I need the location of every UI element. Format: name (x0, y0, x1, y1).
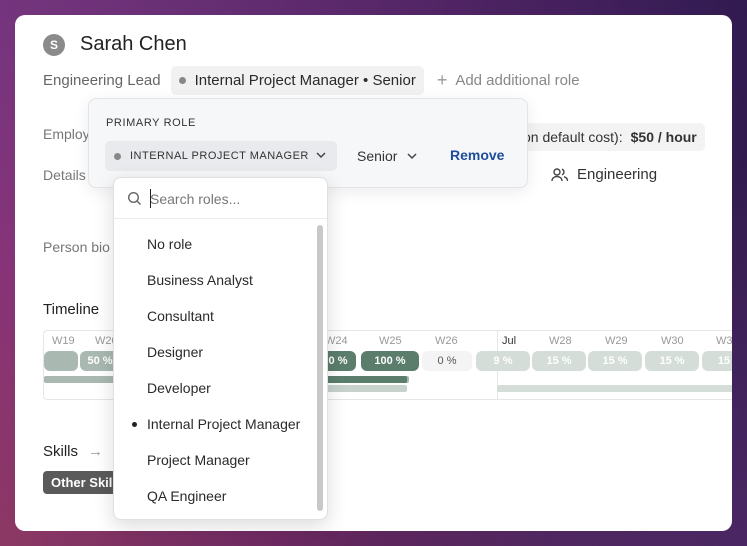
role-option[interactable]: Consultant (114, 298, 314, 334)
role-option[interactable]: No role (114, 226, 314, 262)
person-name: Sarah Chen (80, 33, 187, 55)
team-icon (551, 167, 569, 181)
cost-value: $50 / hour (630, 129, 697, 145)
role-chip-label: Internal Project Manager • Senior (194, 72, 416, 89)
role-option[interactable]: Project Manager (114, 442, 314, 478)
allocation-bar (320, 385, 407, 392)
week-label: W29 (605, 335, 628, 347)
role-option-label: Project Manager (147, 452, 250, 468)
person-header: S Sarah Chen (43, 33, 187, 56)
week-label: W28 (549, 335, 572, 347)
search-icon (127, 191, 141, 205)
department[interactable]: Engineering (551, 166, 657, 183)
skills-title: Skills (43, 443, 79, 460)
role-option[interactable]: Designer (114, 334, 314, 370)
cost-chip[interactable]: on default cost): $50 / hour (515, 123, 705, 151)
add-role-label: Add additional role (455, 72, 580, 89)
role-status-dot (178, 77, 186, 84)
details-label: Details (43, 167, 86, 183)
employment-label: Employ (43, 126, 90, 142)
level-select-value: Senior (357, 148, 398, 164)
role-status-dot (114, 152, 121, 160)
add-role-button[interactable]: + Add additional role (437, 70, 580, 91)
department-label: Engineering (577, 166, 658, 183)
week-label: W26 (435, 335, 458, 347)
allocation-pill[interactable] (44, 351, 78, 371)
allocation-pill[interactable]: 0 % (422, 351, 472, 371)
role-option[interactable]: Business Analyst (114, 262, 314, 298)
dropdown-scrollbar[interactable] (317, 225, 323, 511)
role-row: Engineering Lead Internal Project Manage… (43, 66, 580, 95)
selected-indicator (132, 421, 137, 427)
week-label: W24 (325, 335, 348, 347)
allocation-pill[interactable]: 9 % (476, 351, 530, 371)
timeline-title: Timeline (43, 301, 100, 318)
role-search-input[interactable] (150, 188, 310, 210)
primary-role-heading: PRIMARY ROLE (106, 117, 196, 129)
arrow-right-icon: → (88, 443, 104, 460)
role-dropdown: No role Business Analyst Consultant Desi… (113, 177, 328, 520)
text-caret (150, 189, 151, 208)
week-label: W25 (379, 335, 402, 347)
role-option-label: No role (147, 236, 193, 252)
month-label: Jul (502, 335, 517, 347)
role-option-label: Business Analyst (147, 272, 253, 288)
role-select[interactable]: INTERNAL PROJECT MANAGER (105, 141, 337, 171)
skills-header[interactable]: Skills → (43, 443, 103, 460)
remove-role-button[interactable]: Remove (450, 147, 504, 163)
cost-label: on default cost): (523, 129, 623, 145)
week-label: W30 (661, 335, 684, 347)
person-bio-label: Person bio (43, 239, 110, 255)
role-option[interactable]: Developer (114, 370, 314, 406)
allocation-pill[interactable]: 15 % (588, 351, 642, 371)
role-option-label: Designer (147, 344, 204, 360)
chevron-down-icon (316, 152, 326, 159)
job-title: Engineering Lead (43, 72, 161, 89)
week-label: W3 (716, 335, 732, 347)
allocation-pill[interactable]: 15 % (645, 351, 699, 371)
level-select[interactable]: Senior (357, 148, 418, 164)
role-search (114, 178, 327, 219)
role-option-label: QA Engineer (147, 488, 227, 504)
plus-icon: + (436, 70, 448, 90)
primary-role-popover: PRIMARY ROLE INTERNAL PROJECT MANAGER Se… (88, 98, 528, 188)
allocation-pill[interactable]: 15 (702, 351, 732, 371)
chevron-down-icon (407, 153, 417, 160)
allocation-pill[interactable]: 15 % (532, 351, 586, 371)
role-option-label: Developer (147, 380, 211, 396)
role-select-value: INTERNAL PROJECT MANAGER (130, 150, 309, 162)
allocation-bar (497, 385, 732, 392)
skill-chip[interactable]: Other Skil (43, 471, 121, 494)
avatar[interactable]: S (43, 33, 65, 56)
allocation-bar (320, 376, 407, 383)
role-option-label: Consultant (147, 308, 214, 324)
role-chip[interactable]: Internal Project Manager • Senior (170, 66, 424, 95)
week-label: W19 (52, 335, 75, 347)
role-option[interactable]: QA Engineer (114, 478, 314, 514)
allocation-pill[interactable]: 100 % (361, 351, 419, 371)
role-option-label: Internal Project Manager (147, 416, 301, 432)
role-option-selected[interactable]: Internal Project Manager (114, 406, 314, 442)
